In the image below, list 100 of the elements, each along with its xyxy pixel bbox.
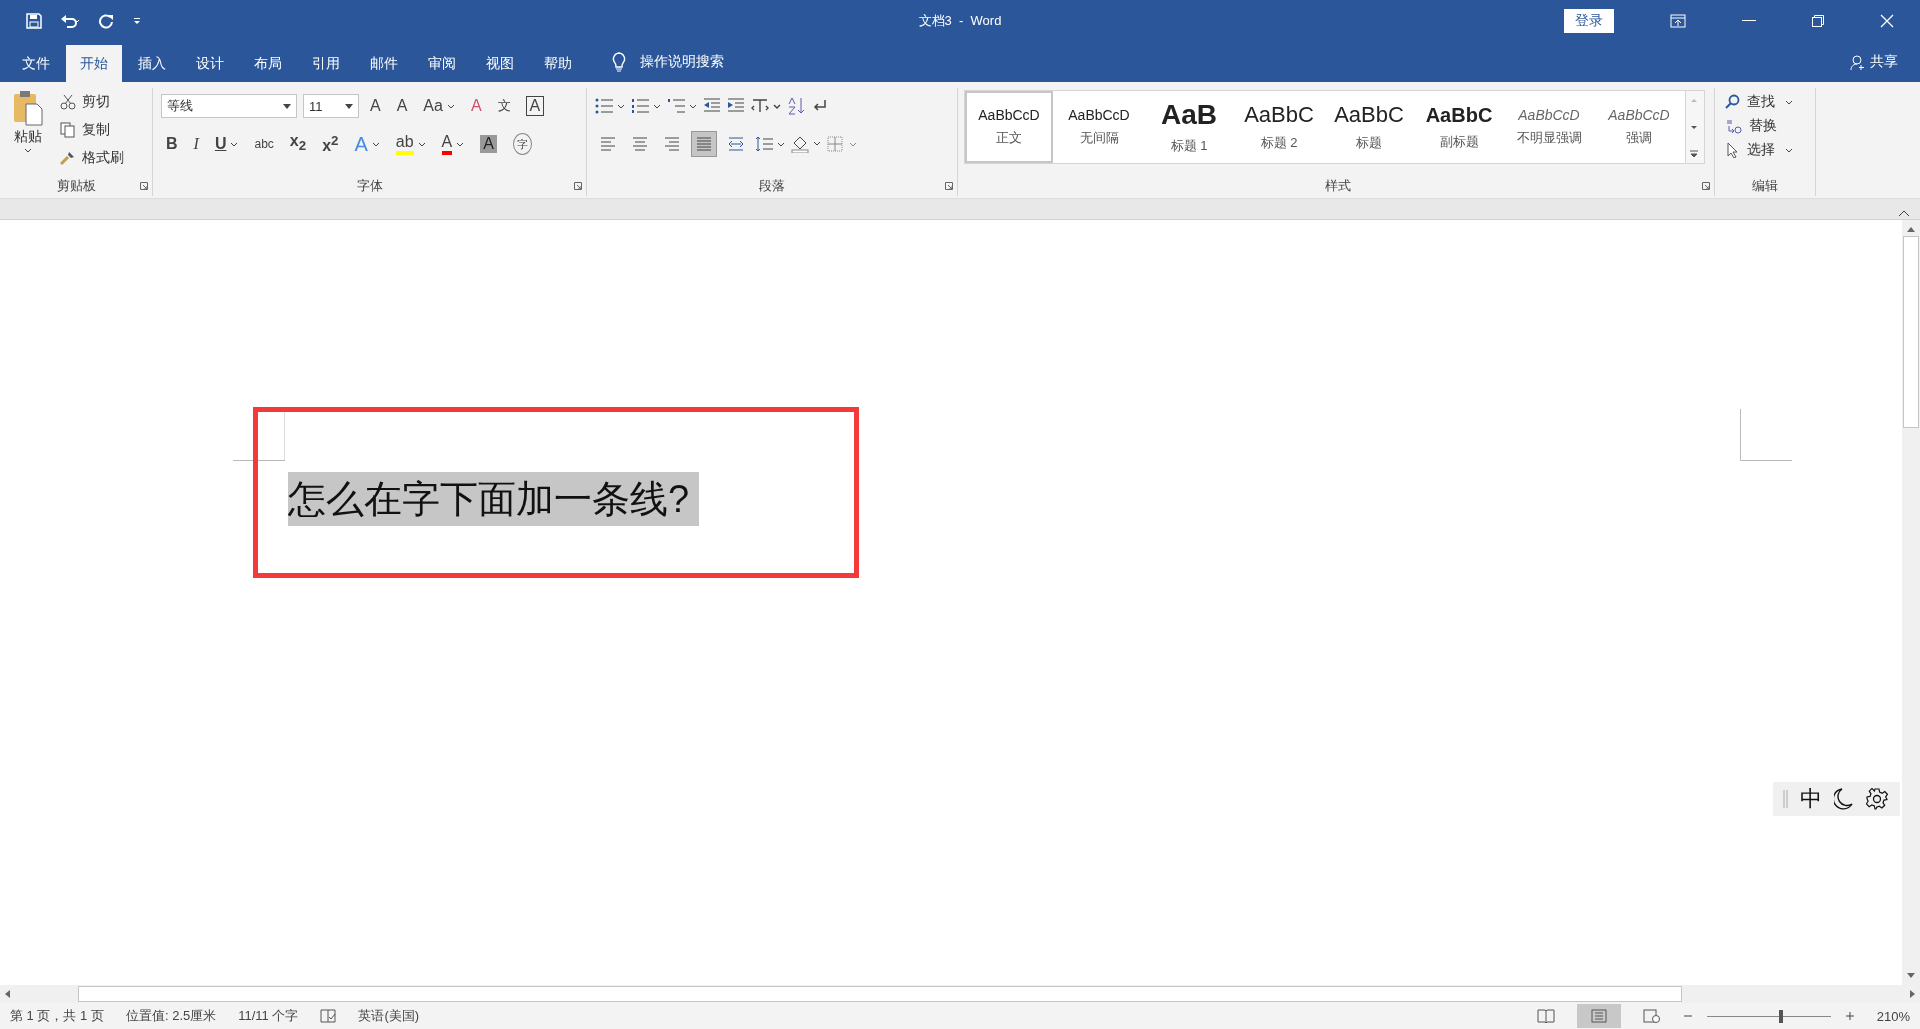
scroll-up-icon[interactable] bbox=[1907, 226, 1915, 232]
caret-icon bbox=[24, 148, 32, 153]
style-item[interactable]: AaBbCcD 强调 bbox=[1595, 91, 1683, 163]
scissors-icon bbox=[60, 94, 76, 110]
ribbon-display-icon[interactable] bbox=[1670, 13, 1686, 28]
input-mode-toggle[interactable]: 中 bbox=[1800, 784, 1822, 814]
settings-icon[interactable] bbox=[1866, 788, 1888, 810]
undo-icon[interactable] bbox=[60, 12, 80, 29]
style-item[interactable]: AaBbCcD 无间隔 bbox=[1055, 91, 1143, 163]
tell-me-search[interactable]: 操作说明搜索 bbox=[640, 53, 724, 82]
group-label: 剪贴板 bbox=[56, 177, 96, 195]
read-mode-icon[interactable] bbox=[1536, 1009, 1555, 1023]
ribbon-tab[interactable]: 邮件 bbox=[356, 45, 412, 82]
select-button[interactable]: 选择 bbox=[1721, 138, 1809, 162]
bullets-icon[interactable] bbox=[595, 98, 625, 114]
decrease-indent-icon[interactable] bbox=[703, 98, 721, 114]
shrink-button[interactable]: A bbox=[391, 93, 413, 119]
corner-mark bbox=[1740, 409, 1792, 461]
underline-button[interactable]: U bbox=[209, 131, 244, 157]
sign-in-button[interactable]: 登录 bbox=[1564, 8, 1614, 33]
grow-button[interactable]: A bbox=[365, 93, 386, 119]
redo-icon[interactable] bbox=[98, 12, 114, 29]
zoom-level[interactable]: 210% bbox=[1876, 1008, 1910, 1024]
replace-icon bbox=[1725, 118, 1743, 134]
drag-handle-icon[interactable] bbox=[1783, 790, 1788, 808]
find-button[interactable]: 查找 bbox=[1721, 90, 1809, 114]
alignment-icon bbox=[728, 137, 744, 151]
bold-button[interactable]: B bbox=[161, 131, 183, 157]
dialog-launcher-icon[interactable] bbox=[140, 182, 148, 190]
style-item[interactable]: AaBbCcD 不明显强调 bbox=[1505, 91, 1593, 163]
fontcolor-button[interactable]: A bbox=[436, 131, 470, 157]
multilevel-list-icon[interactable] bbox=[667, 98, 697, 114]
minimize-icon[interactable] bbox=[1742, 19, 1756, 22]
scroll-down-icon[interactable] bbox=[1907, 973, 1915, 979]
copy-button[interactable]: 复制 bbox=[56, 118, 128, 142]
ribbon-tab[interactable]: 设计 bbox=[182, 45, 238, 82]
vertical-scrollbar[interactable] bbox=[1902, 220, 1920, 985]
save-icon[interactable] bbox=[26, 12, 42, 29]
group-label: 段落 bbox=[759, 177, 785, 195]
scroll-thumb[interactable] bbox=[78, 986, 1682, 1002]
group-label: 字体 bbox=[356, 177, 383, 195]
ribbon-tab[interactable]: 布局 bbox=[240, 45, 296, 82]
ribbon-tab[interactable]: 文件 bbox=[8, 45, 64, 82]
plain-button[interactable]: Aa bbox=[418, 93, 460, 119]
ribbon-tab[interactable]: 视图 bbox=[472, 45, 528, 82]
numbering-icon[interactable] bbox=[631, 98, 661, 114]
horizontal-scrollbar[interactable] bbox=[0, 985, 1920, 1003]
strike-button[interactable]: abc bbox=[249, 131, 279, 157]
language-indicator[interactable]: 英语(美国) bbox=[358, 1007, 420, 1025]
ribbon-tab[interactable]: 帮助 bbox=[530, 45, 586, 82]
replace-button[interactable]: 替换 bbox=[1721, 114, 1809, 138]
collapse-ribbon-icon[interactable] bbox=[1898, 209, 1910, 217]
cut-button[interactable]: 剪切 bbox=[56, 90, 128, 114]
font-name-field[interactable]: 等线 bbox=[161, 94, 297, 118]
bold-button[interactable]: x$^{2}$ bbox=[317, 131, 344, 157]
dropdown-icon bbox=[345, 103, 353, 109]
share-button[interactable]: 共享 bbox=[1866, 53, 1920, 82]
ribbon-tab[interactable]: 引用 bbox=[298, 45, 354, 82]
phonetic-button[interactable]: 文 bbox=[492, 93, 516, 119]
sort-icon[interactable] bbox=[787, 97, 805, 115]
boxed-button[interactable]: A bbox=[525, 96, 545, 116]
restore-icon[interactable] bbox=[1812, 14, 1824, 27]
format-painter-button[interactable]: 格式刷 bbox=[56, 146, 128, 170]
close-icon[interactable] bbox=[1880, 13, 1894, 28]
web-layout-icon[interactable] bbox=[1642, 1009, 1661, 1023]
style-item[interactable]: AaBbC 标题 bbox=[1325, 91, 1413, 163]
style-item[interactable]: AaBbC 副标题 bbox=[1415, 91, 1503, 163]
increase-indent-icon[interactable] bbox=[727, 98, 745, 114]
line-spacing-icon[interactable] bbox=[755, 136, 785, 152]
ribbon-tab[interactable]: 审阅 bbox=[414, 45, 470, 82]
shaded-button[interactable]: A bbox=[475, 131, 502, 157]
scroll-left-icon[interactable] bbox=[4, 990, 10, 998]
shading-icon[interactable] bbox=[791, 135, 821, 153]
dialog-launcher-icon[interactable] bbox=[1702, 182, 1710, 190]
font-size-field[interactable]: 11 bbox=[303, 94, 359, 118]
dialog-launcher-icon[interactable] bbox=[945, 182, 953, 190]
scroll-thumb[interactable] bbox=[1903, 236, 1919, 428]
customize-icon[interactable] bbox=[132, 15, 142, 26]
chinese-layout-icon[interactable] bbox=[751, 98, 781, 114]
ribbon-tab[interactable]: 开始 bbox=[66, 45, 122, 82]
scroll-right-icon[interactable] bbox=[1910, 990, 1916, 998]
paste-button[interactable]: 粘贴 bbox=[6, 90, 50, 174]
dialog-launcher-icon[interactable] bbox=[574, 182, 582, 190]
page-count[interactable]: 第 1 页，共 1 页 bbox=[10, 1007, 104, 1025]
alignment-icon bbox=[600, 137, 616, 151]
ribbon-tab[interactable]: 插入 bbox=[124, 45, 180, 82]
bold-button[interactable]: x$_{2}$ bbox=[284, 131, 312, 157]
clipboard-icon bbox=[13, 90, 43, 126]
style-item[interactable]: AaBbCcD 正文 bbox=[965, 91, 1053, 163]
highlight-button[interactable]: ab bbox=[390, 131, 431, 157]
alignment-icon bbox=[696, 137, 712, 151]
word-count[interactable]: 11/11 个字 bbox=[238, 1007, 299, 1025]
eraser-button[interactable]: A bbox=[465, 93, 487, 119]
style-item[interactable]: AaBbC 标题 2 bbox=[1235, 91, 1323, 163]
proofing-icon[interactable] bbox=[320, 1009, 337, 1023]
italic-button[interactable]: I bbox=[188, 131, 204, 157]
zoom-in-icon[interactable] bbox=[1844, 1011, 1855, 1021]
caret-icon bbox=[1785, 99, 1793, 105]
style-item[interactable]: AaB 标题 1 bbox=[1145, 91, 1233, 163]
moon-icon[interactable] bbox=[1834, 788, 1854, 810]
